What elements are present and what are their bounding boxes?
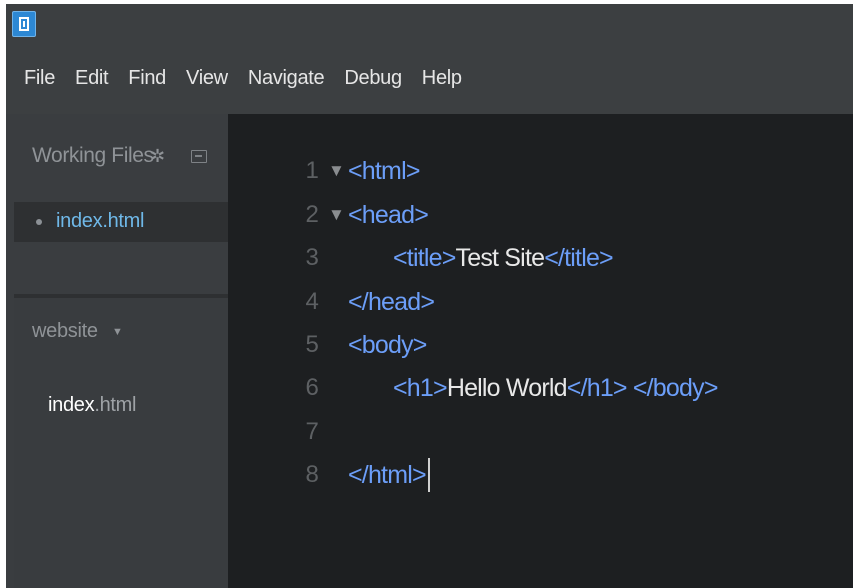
code-tag: <head> — [348, 201, 429, 229]
code-tag: </head> — [348, 288, 435, 316]
working-files-header: Working Files ✲ — [6, 144, 228, 174]
code-line[interactable]: 2 ▼ <head> — [228, 195, 853, 235]
title-bar — [6, 4, 853, 48]
code-content: <body> — [348, 325, 427, 365]
menu-file[interactable]: File — [6, 67, 65, 90]
chevron-down-icon[interactable]: ▼ — [112, 326, 123, 338]
fold-arrow-icon[interactable]: ▼ — [328, 195, 345, 235]
project-name[interactable]: website — [32, 320, 98, 343]
menu-view[interactable]: View — [176, 67, 238, 90]
code-line[interactable]: 7 — [228, 412, 853, 452]
brackets-logo-icon[interactable] — [12, 11, 36, 37]
gear-icon[interactable]: ✲ — [150, 146, 165, 167]
code-content: <title>Test Site</title> — [393, 238, 614, 278]
code-line[interactable]: 8 </html> — [228, 455, 853, 495]
code-content: <head> — [348, 195, 429, 235]
code-line[interactable]: 4 </head> — [228, 282, 853, 322]
code-tag: <h1> — [393, 374, 448, 402]
line-number: 7 — [305, 418, 318, 445]
code-tag: </h1> </body> — [566, 374, 719, 402]
menu-edit[interactable]: Edit — [65, 67, 118, 90]
app-window: File Edit Find View Navigate Debug Help … — [6, 4, 853, 588]
code-line[interactable]: 5 <body> — [228, 325, 853, 365]
menu-navigate[interactable]: Navigate — [238, 67, 335, 90]
menu-bar: File Edit Find View Navigate Debug Help — [6, 60, 472, 96]
working-file-item[interactable]: index.html — [14, 202, 228, 242]
code-tag: </html> — [348, 461, 427, 489]
menu-debug[interactable]: Debug — [334, 67, 411, 90]
code-tag: <body> — [348, 331, 427, 359]
project-file-base: index — [48, 394, 95, 416]
fold-arrow-icon[interactable]: ▼ — [328, 151, 345, 191]
code-line[interactable]: 3 <title>Test Site</title> — [228, 238, 853, 278]
line-number: 4 — [305, 288, 318, 315]
menu-find[interactable]: Find — [118, 67, 176, 90]
sidebar: Working Files ✲ index.html website ▼ ind… — [6, 114, 228, 588]
line-number: 8 — [305, 461, 318, 488]
line-number: 5 — [305, 331, 318, 358]
code-tag: <html> — [348, 157, 420, 185]
line-number: 6 — [305, 374, 318, 401]
code-line[interactable]: 6 <h1>Hello World</h1> </body> — [228, 368, 853, 408]
project-tree: website ▼ index.html — [14, 298, 228, 588]
file-dot-icon — [36, 219, 42, 225]
code-content: <html> — [348, 151, 420, 191]
working-file-label: index.html — [56, 210, 145, 232]
menu-help[interactable]: Help — [412, 67, 472, 90]
code-tag: <title> — [393, 244, 456, 272]
code-editor[interactable]: 1 ▼ <html> 2 ▼ <head> 3 <title>Test Site</title… — [228, 114, 853, 588]
code-content: </html> — [348, 455, 427, 495]
line-number: 2 — [305, 201, 318, 228]
text-cursor — [428, 458, 430, 492]
code-line[interactable]: 1 ▼ <html> — [228, 151, 853, 191]
line-number: 3 — [305, 244, 318, 271]
line-number: 1 — [305, 157, 318, 184]
code-text: Test Site — [455, 244, 545, 272]
code-tag: </title> — [544, 244, 613, 272]
code-content: <h1>Hello World</h1> </body> — [393, 368, 718, 408]
project-file-ext: .html — [94, 394, 137, 416]
project-file-item[interactable]: index.html — [48, 394, 136, 417]
code-text: Hello World — [446, 374, 568, 402]
code-content: </head> — [348, 282, 435, 322]
split-view-icon[interactable] — [191, 150, 207, 163]
working-files-title: Working Files — [32, 144, 154, 167]
